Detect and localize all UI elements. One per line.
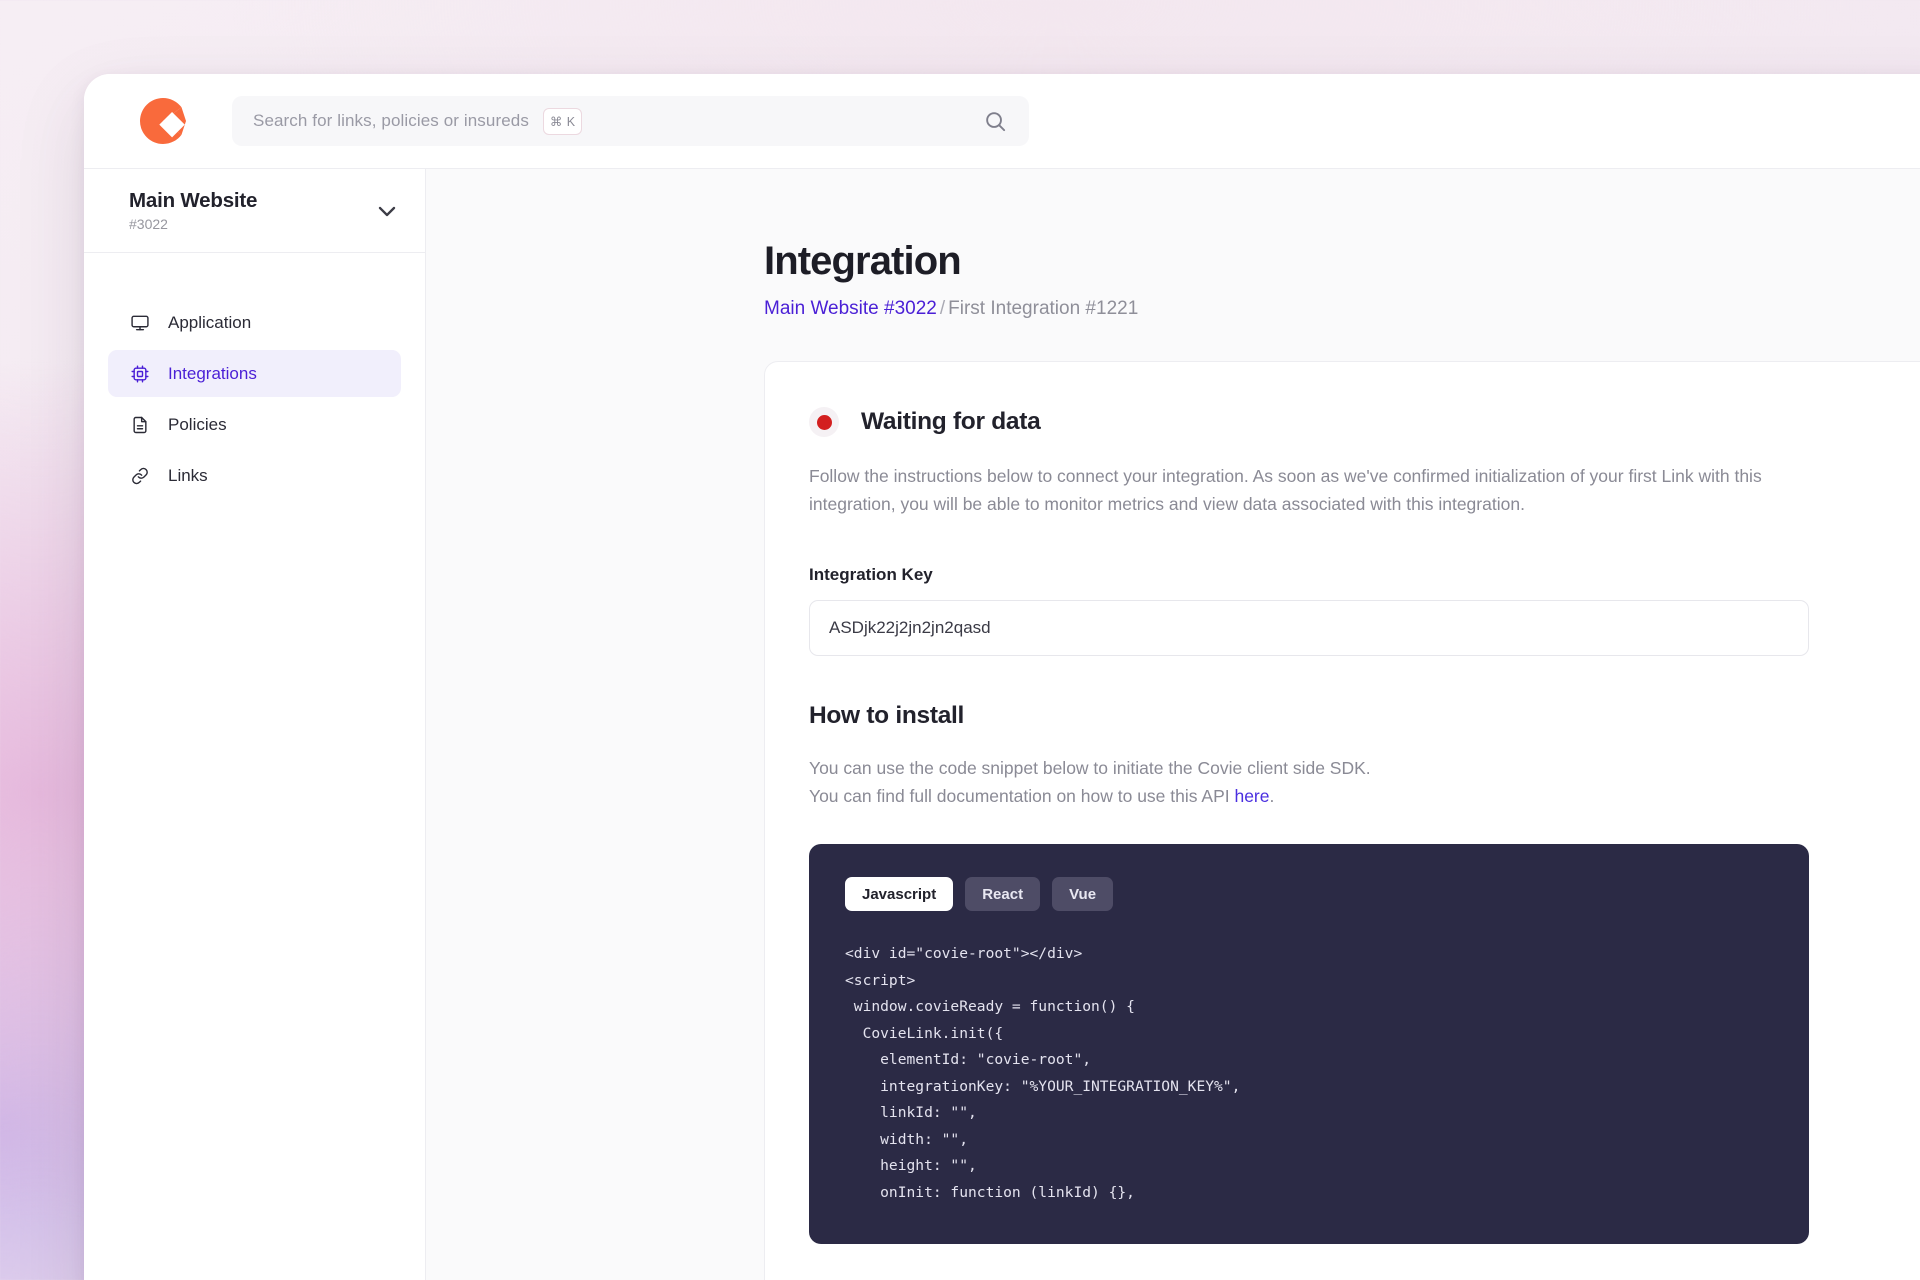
workspace-name: Main Website	[129, 189, 258, 212]
code-snippet[interactable]: <div id="covie-root"></div> <script> win…	[809, 941, 1809, 1206]
page-title: Integration	[764, 239, 962, 283]
workspace-text: Main Website #3022	[129, 189, 257, 232]
sidebar-item-label: Integrations	[168, 363, 257, 383]
tab-vue[interactable]: Vue	[1052, 877, 1114, 911]
sidebar-item-label: Policies	[168, 414, 227, 434]
install-desc-line2-suffix: .	[1269, 786, 1275, 806]
app-window: Search for links, policies or insureds ⌘…	[84, 74, 1920, 1280]
sidebar-item-links[interactable]: Links	[108, 452, 401, 499]
sidebar-item-label: Application	[168, 312, 252, 332]
status-indicator-icon	[809, 407, 839, 437]
covie-logo[interactable]	[140, 98, 186, 144]
sidebar: Main Website #3022 Application Integrati…	[84, 169, 426, 1280]
chip-icon	[129, 364, 150, 384]
breadcrumb-current: First Integration #1221	[948, 298, 1139, 319]
status-description: Follow the instructions below to connect…	[809, 466, 1762, 514]
code-block: Javascript React Vue <div id="covie-root…	[809, 844, 1809, 1244]
workspace-switcher[interactable]: Main Website #3022	[84, 169, 425, 253]
sidebar-item-integrations[interactable]: Integrations	[108, 350, 401, 397]
install-section-description: You can use the code snippet below to in…	[809, 754, 1920, 810]
search-shortcut-badge: ⌘ K	[542, 107, 583, 135]
sidebar-item-policies[interactable]: Policies	[108, 401, 401, 448]
link-icon	[129, 466, 150, 486]
breadcrumb: Main Website #3022/First Integration #12…	[764, 298, 1920, 320]
integration-key-field[interactable]: ASDjk22j2jn2jn2qasd	[809, 600, 1809, 656]
integration-card: Waiting for data Follow the instructions…	[764, 361, 1920, 1280]
main-content: Integration Main Website #3022/First Int…	[426, 169, 1920, 1280]
sidebar-item-application[interactable]: Application	[108, 299, 401, 346]
status-badge: Waiting for data	[861, 408, 1041, 435]
top-bar: Search for links, policies or insureds ⌘…	[84, 74, 1920, 169]
integration-key-value[interactable]: ASDjk22j2jn2jn2qasd	[829, 618, 991, 638]
monitor-icon	[129, 313, 150, 333]
search-input[interactable]: Search for links, policies or insureds	[253, 111, 529, 131]
status-dot	[816, 414, 832, 430]
documentation-link[interactable]: here	[1234, 786, 1269, 806]
install-desc-line1: You can use the code snippet below to in…	[809, 758, 1371, 778]
search-icon[interactable]	[984, 110, 1007, 133]
workspace-id: #3022	[129, 216, 168, 232]
tab-react[interactable]: React	[965, 877, 1041, 911]
sidebar-item-label: Links	[168, 465, 208, 485]
status-row: Waiting for data	[809, 407, 1920, 437]
sidebar-nav: Application Integrations Policies Links	[84, 253, 425, 499]
document-icon	[129, 415, 150, 435]
body-split: Main Website #3022 Application Integrati…	[84, 169, 1920, 1280]
install-section-title: How to install	[809, 702, 965, 729]
search-bar[interactable]: Search for links, policies or insureds ⌘…	[232, 96, 1029, 146]
tab-javascript[interactable]: Javascript	[845, 877, 954, 911]
chevron-down-icon[interactable]	[375, 199, 399, 223]
breadcrumb-parent-link[interactable]: Main Website #3022	[764, 298, 937, 319]
code-language-tabs: Javascript React Vue	[809, 877, 1809, 911]
install-desc-line2-prefix: You can find full documentation on how t…	[809, 786, 1235, 806]
breadcrumb-separator: /	[939, 298, 946, 319]
integration-key-label: Integration Key	[809, 565, 933, 584]
